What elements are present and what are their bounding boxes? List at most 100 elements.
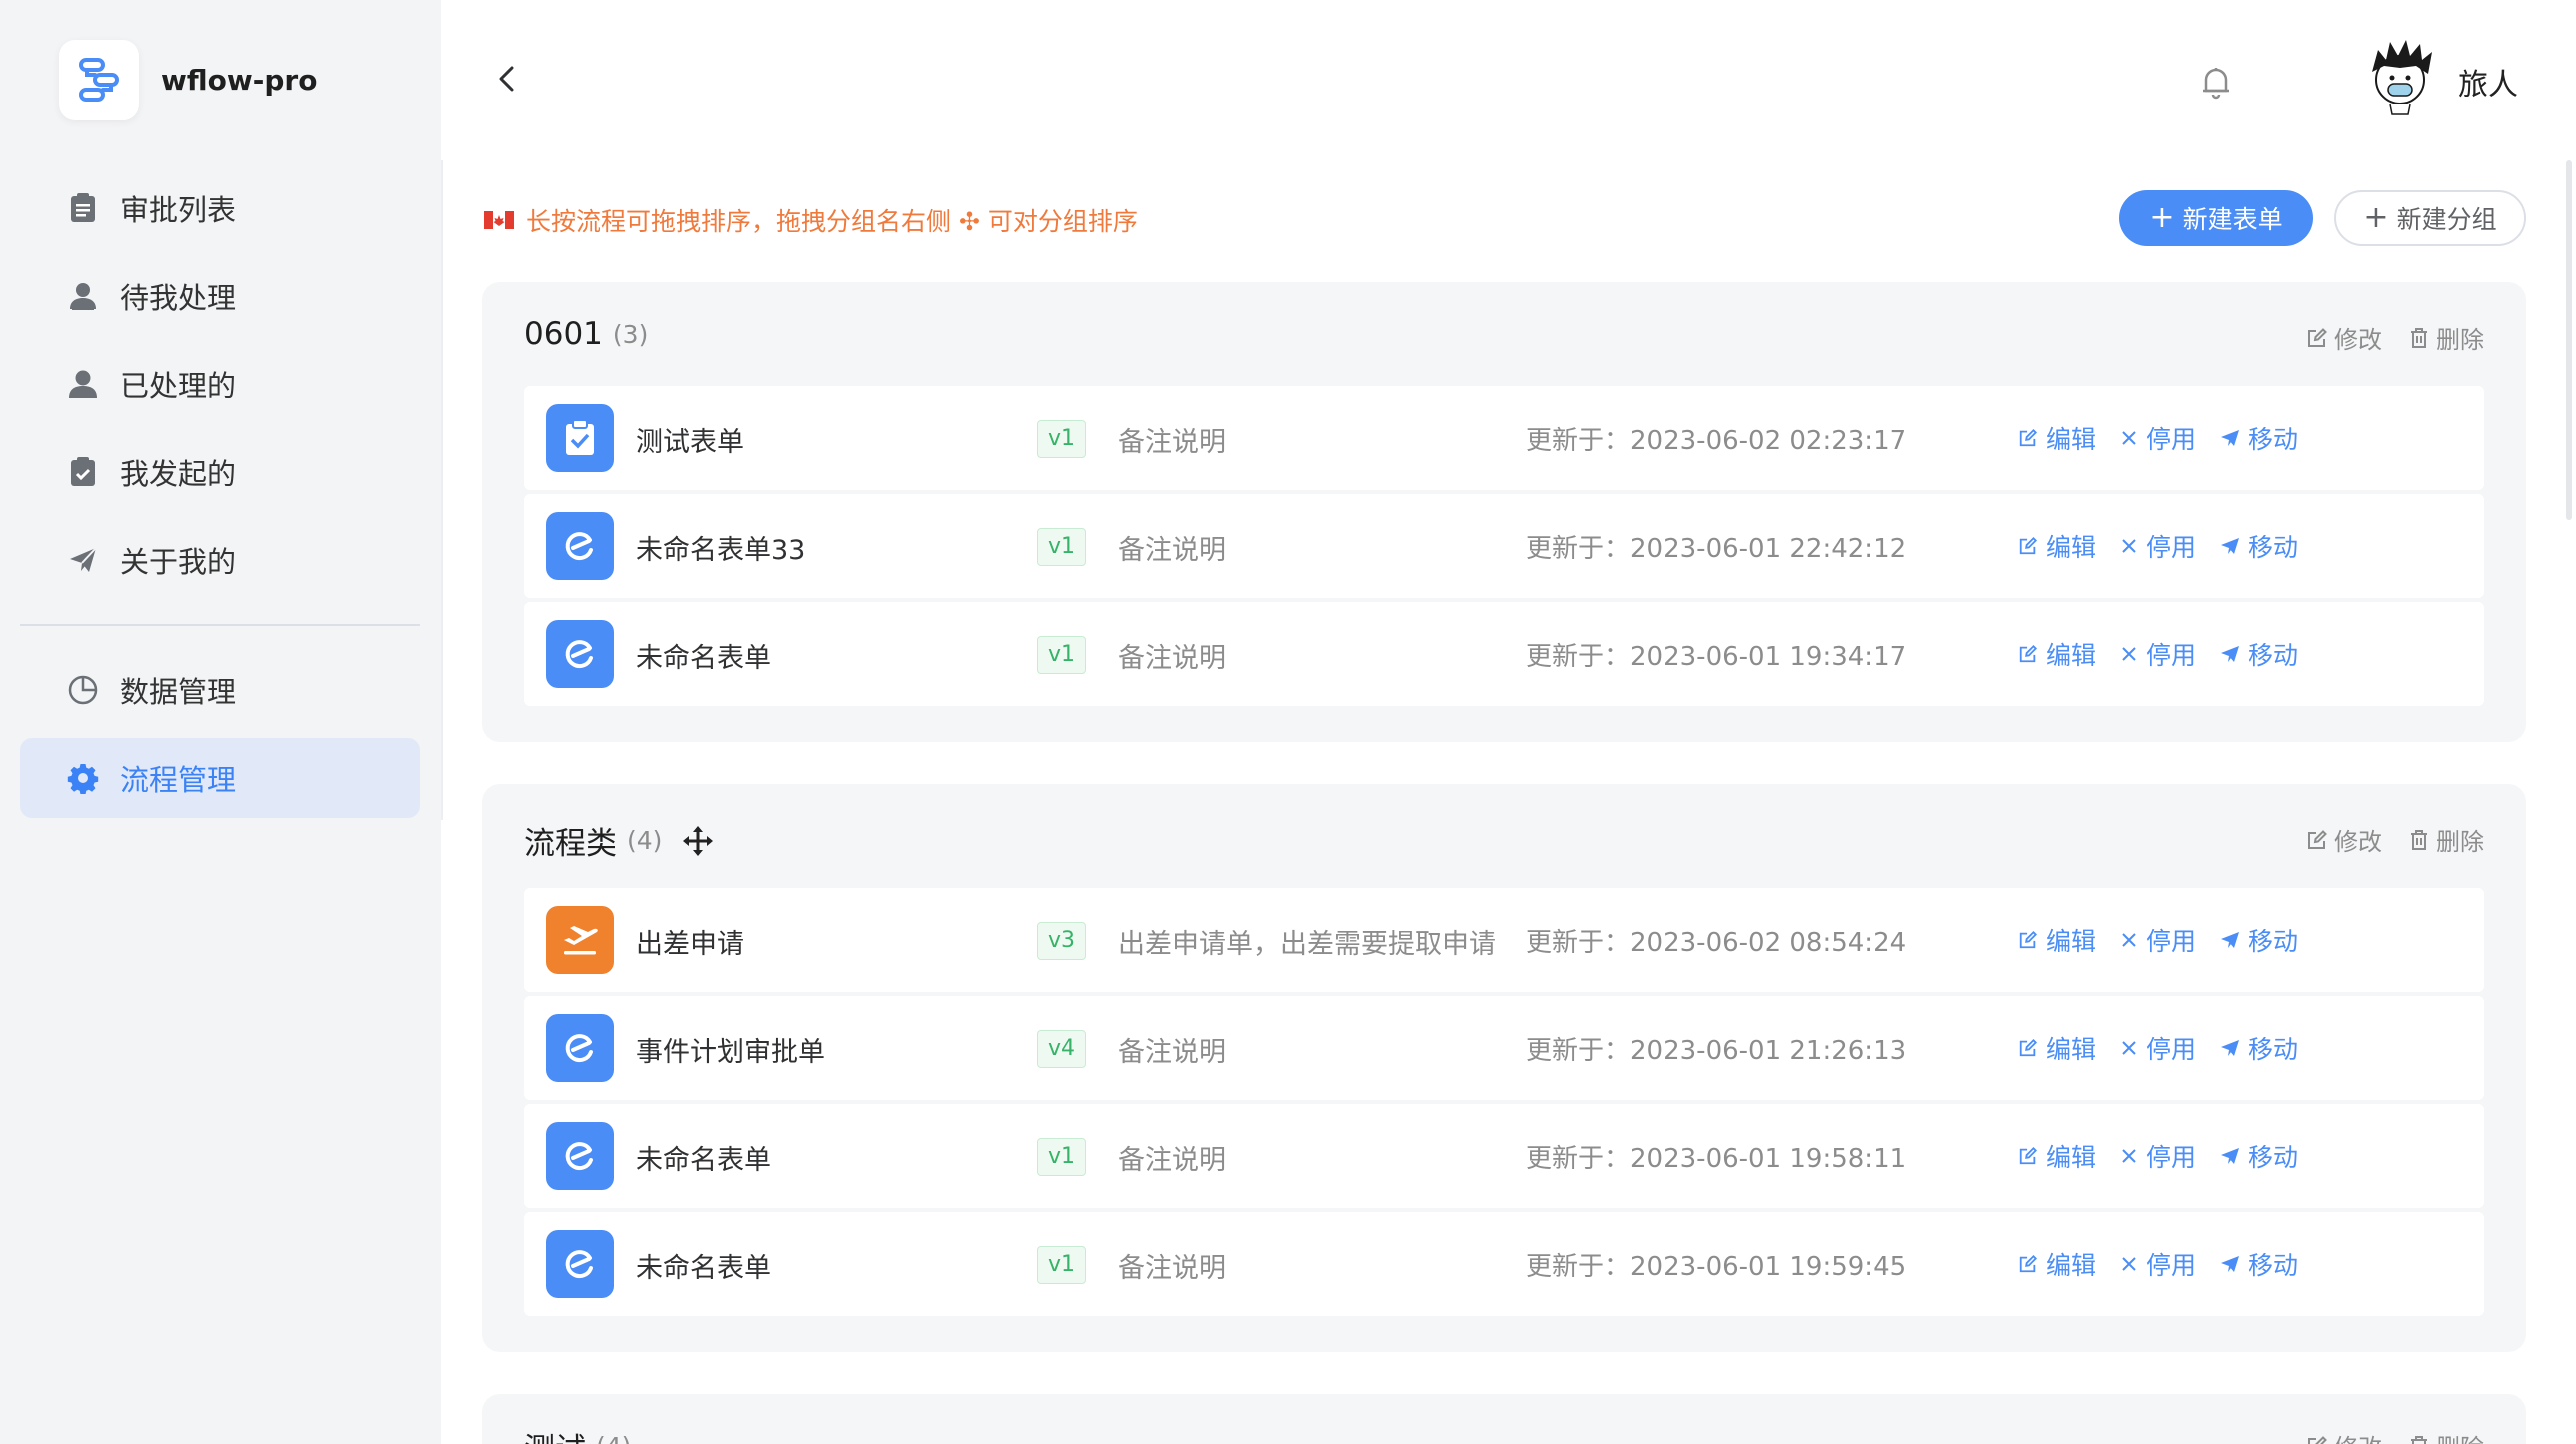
send-icon — [2221, 646, 2240, 662]
form-remark: 备注说明 — [1118, 535, 1226, 566]
sidebar-item-processed[interactable]: 已处理的 — [20, 344, 420, 424]
form-name[interactable]: 出差申请 — [636, 922, 744, 961]
plus-icon: + — [2363, 200, 2389, 235]
sidebar-item-initiated[interactable]: 我发起的 — [20, 432, 420, 512]
pie-chart-icon — [66, 673, 100, 707]
form-list: 测试表单 v1 备注说明 更新于：2023-06-02 02:23:17 编辑 … — [524, 386, 2484, 710]
close-icon — [2122, 1041, 2136, 1055]
notification-bell-icon[interactable] — [2196, 62, 2236, 102]
group-operations: 修改 删除 — [2280, 320, 2484, 355]
form-group: 0601 (3) 修改 删除 测试表单 v1 备注说明 更新于：2023-06-… — [482, 282, 2526, 742]
form-name[interactable]: 未命名表单33 — [636, 528, 805, 567]
form-row[interactable]: 未命名表单 v1 备注说明 更新于：2023-06-01 19:58:11 编辑… — [524, 1104, 2484, 1208]
username[interactable]: 旅人 — [2458, 60, 2518, 104]
move-button[interactable]: 移动 — [2220, 636, 2298, 672]
form-row[interactable]: 未命名表单 v1 备注说明 更新于：2023-06-01 19:59:45 编辑… — [524, 1212, 2484, 1316]
sidebar-item-data-management[interactable]: 数据管理 — [20, 650, 420, 730]
form-row[interactable]: 未命名表单 v1 备注说明 更新于：2023-06-01 19:34:17 编辑… — [524, 602, 2484, 706]
edit-button[interactable]: 编辑 — [2018, 1030, 2096, 1066]
edit-button[interactable]: 编辑 — [2018, 1138, 2096, 1174]
move-button[interactable]: 移动 — [2220, 1246, 2298, 1282]
disable-button[interactable]: 停用 — [2120, 1246, 2196, 1282]
disable-button[interactable]: 停用 — [2120, 922, 2196, 958]
row-actions: 编辑 停用 移动 — [2018, 1138, 2322, 1174]
trash-icon — [2411, 327, 2427, 348]
sidebar-item-process-management[interactable]: 流程管理 — [20, 738, 420, 818]
sidebar-item-pending[interactable]: 待我处理 — [20, 256, 420, 336]
disable-button[interactable]: 停用 — [2120, 636, 2196, 672]
group-header: 测试 (4) — [524, 1424, 631, 1444]
brand[interactable]: wflow-pro — [59, 40, 317, 120]
clipboard-check-icon — [546, 404, 614, 472]
sidebar-item-label: 已处理的 — [120, 369, 237, 403]
form-list: 出差申请 v3 出差申请单，出差需要提取申请 更新于：2023-06-02 08… — [524, 888, 2484, 1320]
group-count: (4) — [627, 826, 663, 855]
clipboard-check-icon — [66, 455, 100, 489]
sidebar-item-label: 关于我的 — [120, 545, 237, 579]
delete-group-button[interactable]: 删除 — [2408, 1428, 2484, 1444]
form-remark: 备注说明 — [1118, 427, 1226, 458]
app-name: wflow-pro — [161, 63, 318, 97]
updated-time: 更新于：2023-06-01 19:59:45 — [1526, 1252, 1907, 1282]
form-name[interactable]: 未命名表单 — [636, 1138, 771, 1177]
edit-button[interactable]: 编辑 — [2018, 420, 2096, 456]
row-actions: 编辑 停用 移动 — [2018, 1030, 2322, 1066]
move-button[interactable]: 移动 — [2220, 1138, 2298, 1174]
delete-group-button[interactable]: 删除 — [2408, 320, 2484, 355]
trash-icon — [2411, 829, 2427, 850]
back-button[interactable] — [490, 62, 524, 96]
delete-group-button[interactable]: 删除 — [2408, 822, 2484, 857]
disable-button[interactable]: 停用 — [2120, 420, 2196, 456]
form-row[interactable]: 未命名表单33 v1 备注说明 更新于：2023-06-01 22:42:12 … — [524, 494, 2484, 598]
gear-icon — [66, 761, 100, 795]
edit-group-button[interactable]: 修改 — [2306, 1428, 2382, 1444]
move-button[interactable]: 移动 — [2220, 1030, 2298, 1066]
form-name[interactable]: 未命名表单 — [636, 636, 771, 675]
form-name[interactable]: 事件计划审批单 — [636, 1030, 825, 1069]
app-logo-icon — [59, 40, 139, 120]
new-group-button[interactable]: + 新建分组 — [2334, 190, 2526, 246]
move-button[interactable]: 移动 — [2220, 528, 2298, 564]
plus-icon: + — [2149, 200, 2175, 235]
send-icon — [2221, 538, 2240, 554]
form-row[interactable]: 测试表单 v1 备注说明 更新于：2023-06-02 02:23:17 编辑 … — [524, 386, 2484, 490]
avatar[interactable] — [2362, 36, 2438, 116]
edit-group-button[interactable]: 修改 — [2306, 822, 2382, 857]
updated-time: 更新于：2023-06-02 08:54:24 — [1526, 928, 1907, 958]
form-remark: 备注说明 — [1118, 1145, 1226, 1176]
disable-button[interactable]: 停用 — [2120, 1138, 2196, 1174]
sidebar-item-approval-list[interactable]: 审批列表 — [20, 168, 420, 248]
group-name: 测试 — [524, 1424, 586, 1444]
row-actions: 编辑 停用 移动 — [2018, 528, 2322, 564]
edit-group-button[interactable]: 修改 — [2306, 320, 2382, 355]
sidebar-item-label: 流程管理 — [120, 763, 237, 797]
new-form-button[interactable]: + 新建表单 — [2119, 190, 2313, 246]
edit-icon — [2019, 1038, 2038, 1057]
drag-handle-icon[interactable] — [682, 825, 714, 857]
edit-button[interactable]: 编辑 — [2018, 636, 2096, 672]
sidebar-item-about-me[interactable]: 关于我的 — [20, 520, 420, 600]
e-logo-icon — [546, 1230, 614, 1298]
move-button[interactable]: 移动 — [2220, 420, 2298, 456]
group-name: 流程类 — [524, 826, 617, 862]
edit-button[interactable]: 编辑 — [2018, 922, 2096, 958]
form-group: 测试 (4) 修改 删除 — [482, 1394, 2526, 1444]
disable-button[interactable]: 停用 — [2120, 1030, 2196, 1066]
e-logo-icon — [546, 1014, 614, 1082]
form-row[interactable]: 出差申请 v3 出差申请单，出差需要提取申请 更新于：2023-06-02 08… — [524, 888, 2484, 992]
row-actions: 编辑 停用 移动 — [2018, 922, 2322, 958]
edit-button[interactable]: 编辑 — [2018, 1246, 2096, 1282]
new-form-label: 新建表单 — [2182, 205, 2283, 234]
edit-icon — [2308, 829, 2327, 849]
close-icon — [2122, 933, 2136, 947]
disable-button[interactable]: 停用 — [2120, 528, 2196, 564]
form-row[interactable]: 事件计划审批单 v4 备注说明 更新于：2023-06-01 21:26:13 … — [524, 996, 2484, 1100]
scrollbar[interactable] — [2566, 160, 2572, 520]
version-tag: v1 — [1037, 420, 1087, 458]
edit-button[interactable]: 编辑 — [2018, 528, 2096, 564]
form-name[interactable]: 测试表单 — [636, 420, 744, 459]
move-button[interactable]: 移动 — [2220, 922, 2298, 958]
send-icon — [66, 543, 100, 577]
form-name[interactable]: 未命名表单 — [636, 1246, 771, 1285]
sidebar-edge — [441, 160, 443, 820]
